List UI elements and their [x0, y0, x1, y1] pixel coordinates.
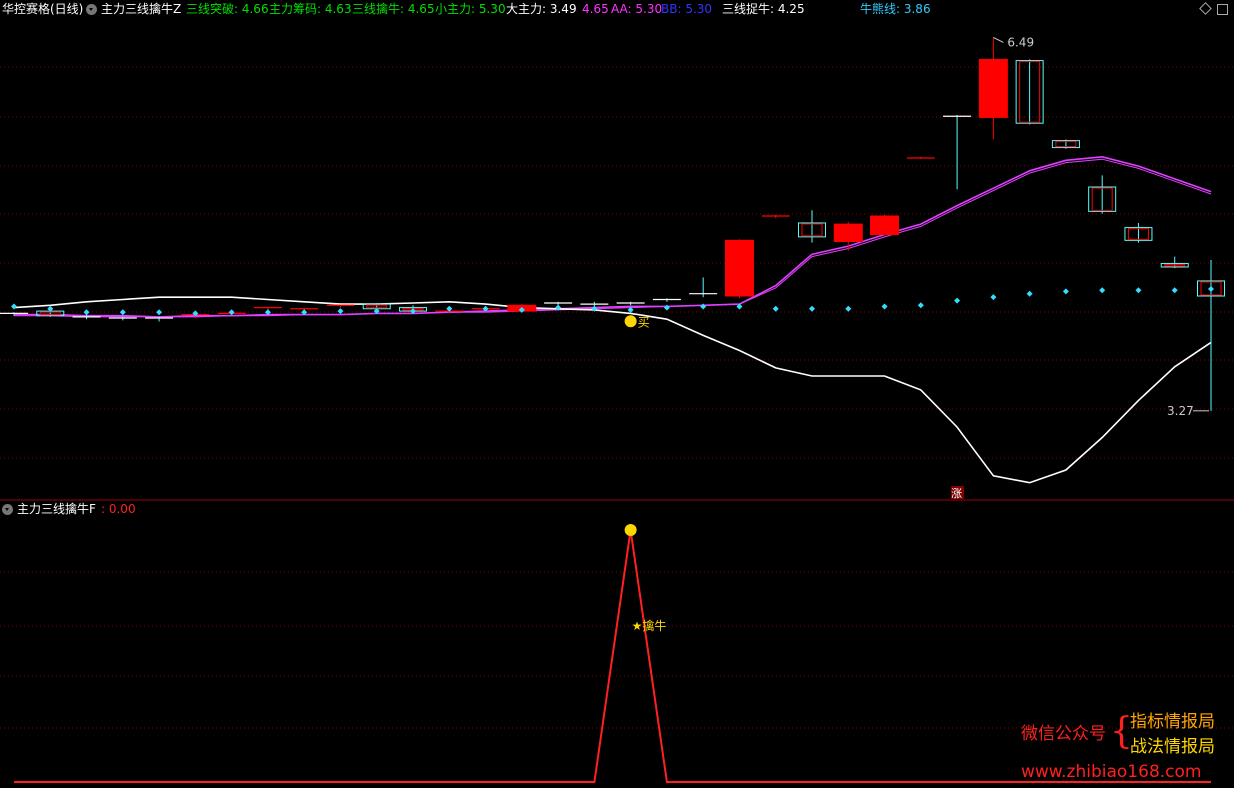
- legend-item-xiao-zhuli: 小主力: 5.30: [435, 2, 506, 16]
- niuxiong-dot: [881, 303, 888, 310]
- niuxiong-dot: [845, 305, 852, 312]
- legend-item-magenta-value: 4.65: [582, 2, 609, 16]
- legend-item-da-zhuli: 大主力: 3.49: [506, 2, 577, 16]
- watermark-url: www.zhibiao168.com: [1021, 762, 1202, 782]
- legend-item-sanxian-zhuoniu: 三线捉牛: 4.25: [722, 2, 805, 16]
- candle-body-up: [833, 223, 863, 243]
- niuxiong-dot: [1208, 286, 1214, 293]
- niuxiong-dot: [1026, 290, 1033, 297]
- niuxiong-dot: [1171, 287, 1178, 294]
- sub-indicator-value: : 0.00: [101, 502, 136, 516]
- sub-indicator-dropdown-icon[interactable]: [2, 504, 13, 515]
- sanxian-zhuoniu-line: [13, 296, 1212, 484]
- main-header: 华控赛格(日线) 主力三线擒牛Z 三线突破: 4.66 主力筹码: 4.63 三…: [0, 0, 1234, 18]
- low-label: 3.27: [1167, 404, 1194, 418]
- indicator-dropdown-icon[interactable]: [86, 4, 97, 15]
- legend-item-aa: AA: 5.30: [611, 2, 663, 16]
- sub-indicator-name[interactable]: 主力三线擒牛F: [17, 502, 96, 516]
- expand-diamond-icon[interactable]: [1199, 2, 1212, 15]
- qinniu-label: ★擒牛: [632, 618, 667, 633]
- signal-line: [14, 529, 1211, 783]
- niuxiong-dot: [772, 305, 779, 312]
- niuxiong-dot: [228, 309, 235, 316]
- candle-body-up: [978, 58, 1008, 118]
- niuxiong-dot: [809, 305, 815, 312]
- buy-label: 买: [638, 315, 650, 329]
- legend-item-sanxian-qinniu: 三线擒牛: 4.65: [352, 2, 435, 16]
- main-chart: 6.49 3.27 买涨: [0, 35, 1234, 500]
- watermark-line2: 战法情报局: [1130, 737, 1215, 757]
- legend-item-sanxian-tupo: 三线突破: 4.66: [186, 2, 269, 16]
- niuxiong-dot: [1135, 287, 1142, 294]
- niuxiong-dot: [663, 304, 670, 311]
- high-label: 6.49: [1007, 35, 1034, 49]
- money-bag-icon: [624, 315, 637, 328]
- niuxiong-dot: [954, 297, 961, 304]
- high-pointer: [993, 36, 1004, 43]
- niuxiong-dot: [700, 303, 707, 310]
- candle-body-up: [870, 215, 900, 236]
- niuxiong-dot: [1099, 287, 1106, 294]
- watermark-line1: 指标情报局: [1130, 712, 1215, 732]
- legend-item-bb: BB: 5.30: [661, 2, 713, 16]
- signal-money-bag-icon: [624, 524, 637, 536]
- niuxiong-dot: [83, 309, 90, 316]
- indicator-name[interactable]: 主力三线擒牛Z: [101, 2, 181, 16]
- watermark-left-text: 微信公众号: [1021, 724, 1106, 744]
- niuxiong-dot: [119, 309, 126, 316]
- stock-name: 华控赛格(日线): [2, 2, 84, 16]
- niuxiong-dot: [156, 309, 163, 316]
- window-square-icon[interactable]: [1217, 4, 1228, 15]
- legend-item-zhuli-chouma: 主力筹码: 4.63: [269, 2, 352, 16]
- zhang-label: 涨: [951, 487, 962, 500]
- legend-item-niuxiong-line: 牛熊线: 3.86: [860, 2, 931, 16]
- candle-body-up: [724, 239, 754, 297]
- niuxiong-dot: [1062, 288, 1069, 295]
- niuxiong-dot: [337, 308, 344, 315]
- niuxiong-dot: [917, 302, 924, 309]
- niuxiong-dot: [990, 294, 997, 301]
- niuxiong-dot: [11, 303, 17, 310]
